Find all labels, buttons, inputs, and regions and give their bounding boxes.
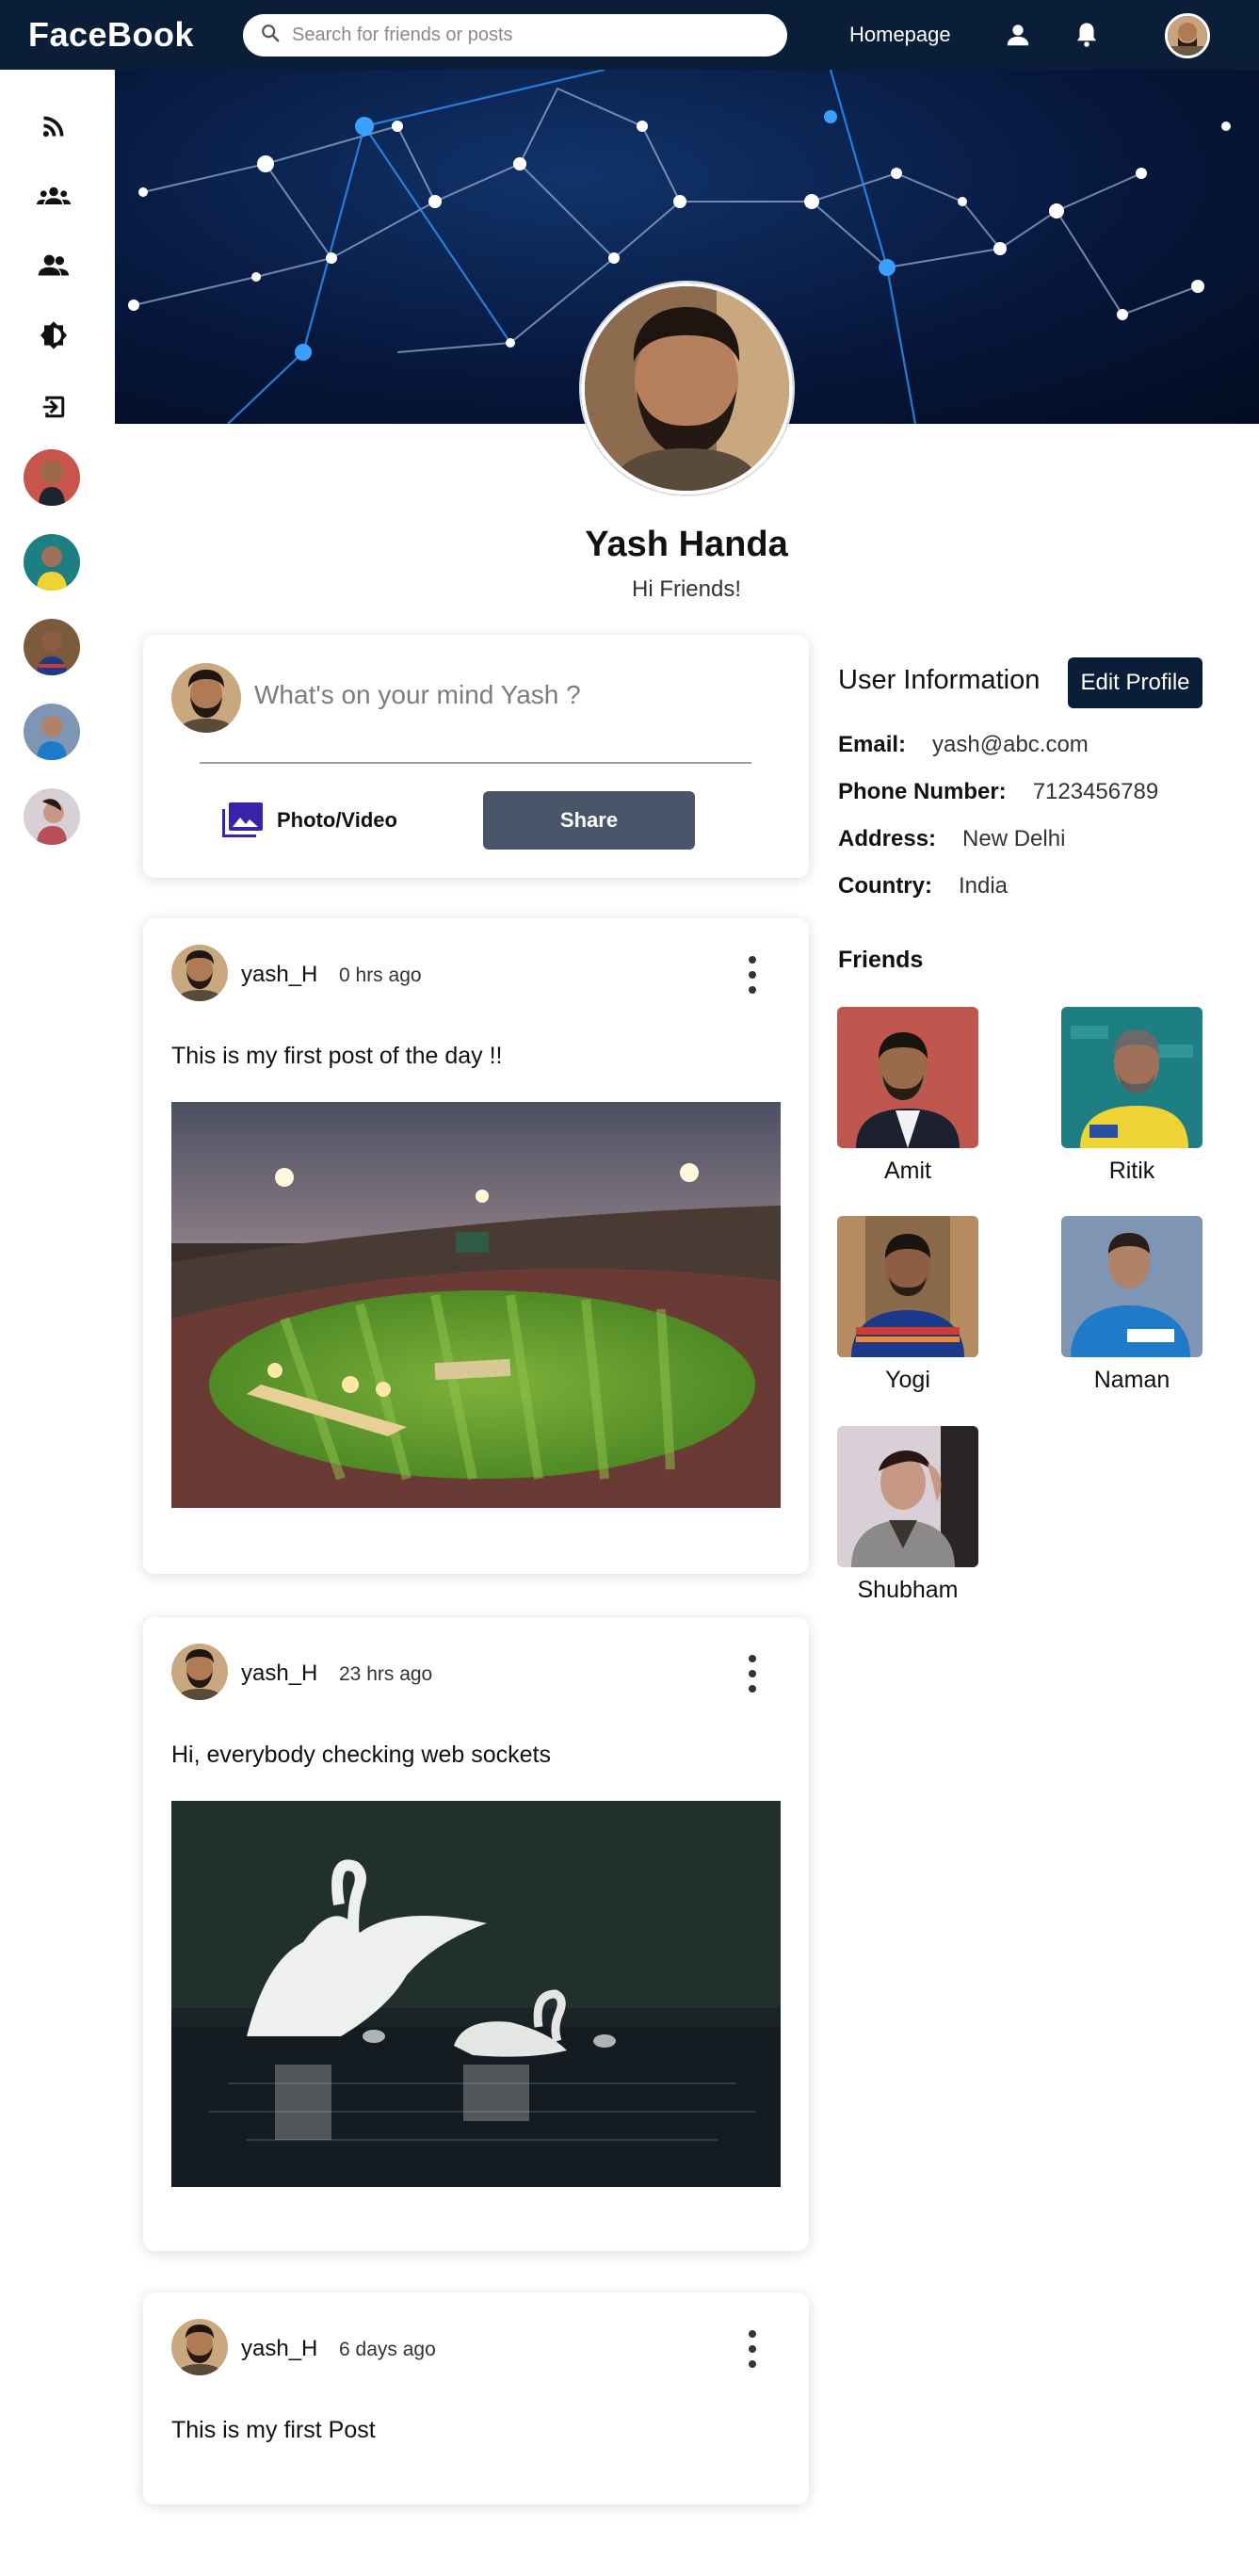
share-button[interactable]: Share <box>483 791 695 850</box>
share-post-card: Photo/Video Share <box>143 635 809 878</box>
photo-video-label: Photo/Video <box>277 808 397 832</box>
more-options-icon[interactable] <box>743 1655 762 1693</box>
info-value: New Delhi <box>962 826 1066 851</box>
search-input[interactable] <box>292 24 787 46</box>
friend-photo <box>837 1426 978 1567</box>
friend-name: Amit <box>884 1158 931 1184</box>
friend-card[interactable]: Amit <box>837 1007 978 1185</box>
post-username[interactable]: yash_H <box>241 962 317 988</box>
profile-bio: Hi Friends! <box>631 576 742 602</box>
left-sidebar <box>0 70 115 2576</box>
user-info-title: User Information <box>838 665 1041 695</box>
info-row-phone: Phone Number: 7123456789 <box>838 779 1158 805</box>
profile-name: Yash Handa <box>585 525 788 564</box>
friends-title: Friends <box>838 947 924 973</box>
sidebar-friend-avatar[interactable] <box>24 619 80 675</box>
more-options-icon[interactable] <box>743 956 762 994</box>
sidebar-friend-avatar[interactable] <box>24 449 80 506</box>
search-icon <box>260 23 281 48</box>
user-avatar[interactable] <box>1165 13 1210 58</box>
post-avatar[interactable] <box>171 2319 228 2375</box>
post-username[interactable]: yash_H <box>241 1661 317 1687</box>
post-username[interactable]: yash_H <box>241 2336 317 2362</box>
person-icon[interactable] <box>1002 19 1034 51</box>
post-timestamp: 23 hrs ago <box>339 1663 433 1685</box>
friend-photo <box>1061 1007 1203 1148</box>
friend-photo <box>837 1216 978 1357</box>
share-avatar <box>171 663 241 733</box>
app-logo[interactable]: FaceBook <box>28 15 194 55</box>
edit-profile-button[interactable]: Edit Profile <box>1068 657 1203 708</box>
logout-icon[interactable] <box>35 388 73 426</box>
post-avatar[interactable] <box>171 945 228 1001</box>
cricket-stadium-image <box>171 1102 781 1508</box>
friend-card[interactable]: Ritik <box>1061 1007 1203 1185</box>
homepage-link[interactable]: Homepage <box>849 23 951 47</box>
more-options-icon[interactable] <box>743 2330 762 2368</box>
post-timestamp: 6 days ago <box>339 2339 436 2360</box>
divider <box>200 762 751 764</box>
friend-name: Yogi <box>885 1367 930 1393</box>
notification-bell-icon[interactable] <box>1071 19 1103 51</box>
info-value: 7123456789 <box>1032 779 1159 804</box>
post-timestamp: 0 hrs ago <box>339 964 422 986</box>
friends-icon[interactable] <box>35 247 73 284</box>
info-row-email: Email: yash@abc.com <box>838 732 1089 758</box>
top-navbar: FaceBook Homepage <box>0 0 1259 70</box>
post-image[interactable] <box>171 1801 781 2187</box>
post-text: This is my first post of the day !! <box>171 1043 503 1069</box>
info-key: Country: <box>838 873 932 899</box>
profile-picture[interactable] <box>581 283 793 494</box>
post-card: yash_H 6 days ago This is my first Post <box>143 2292 809 2504</box>
sidebar-friend-avatar[interactable] <box>24 704 80 760</box>
info-value: India <box>958 873 1009 899</box>
post-card: yash_H 23 hrs ago Hi, everybody checking… <box>143 1617 809 2251</box>
friend-card[interactable]: Yogi <box>837 1216 978 1394</box>
friend-name: Naman <box>1093 1367 1170 1393</box>
sidebar-friend-avatar[interactable] <box>24 788 80 845</box>
swans-lake-image <box>171 1801 781 2187</box>
friend-card[interactable]: Naman <box>1061 1216 1203 1394</box>
info-row-address: Address: New Delhi <box>838 826 1065 852</box>
info-key: Email: <box>838 732 907 757</box>
friend-photo <box>837 1007 978 1148</box>
info-value: yash@abc.com <box>932 732 1089 757</box>
info-key: Phone Number: <box>838 779 1007 804</box>
info-key: Address: <box>838 826 937 851</box>
photo-library-icon <box>220 802 264 839</box>
friend-name: Ritik <box>1108 1158 1155 1184</box>
post-text: This is my first Post <box>171 2417 376 2443</box>
post-avatar[interactable] <box>171 1644 228 1700</box>
post-text: Hi, everybody checking web sockets <box>171 1742 551 1768</box>
brightness-icon[interactable] <box>35 316 73 354</box>
post-image[interactable] <box>171 1102 781 1508</box>
photo-video-button[interactable]: Photo/Video <box>220 800 397 841</box>
rss-feed-icon[interactable] <box>35 107 73 145</box>
post-text-input[interactable] <box>254 680 725 710</box>
search-bar[interactable] <box>243 14 787 57</box>
friend-card[interactable]: Shubham <box>837 1426 978 1604</box>
post-card: yash_H 0 hrs ago This is my first post o… <box>143 918 809 1574</box>
friend-photo <box>1061 1216 1203 1357</box>
info-row-country: Country: India <box>838 873 1008 899</box>
friend-name: Shubham <box>857 1577 959 1603</box>
groups-icon[interactable] <box>35 177 73 215</box>
